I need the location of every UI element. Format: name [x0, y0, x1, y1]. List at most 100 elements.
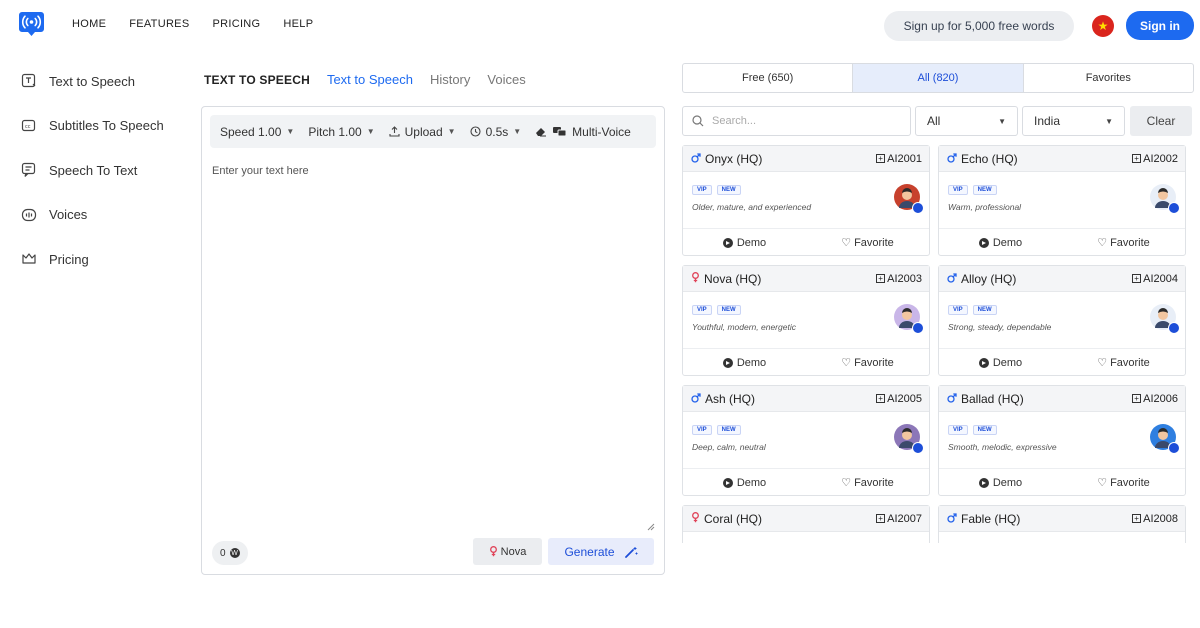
demo-button[interactable]: Demo: [683, 349, 806, 376]
voice-card-actions: Demo ♡ Favorite: [939, 228, 1185, 256]
pitch-dropdown[interactable]: Pitch 1.00 ▼: [308, 125, 374, 139]
voice-select-button[interactable]: Nova: [473, 538, 542, 565]
text-input[interactable]: [206, 157, 658, 535]
logo-icon[interactable]: [18, 10, 45, 37]
voice-id: + AI2001: [876, 153, 922, 165]
favorite-button[interactable]: ♡ Favorite: [1062, 349, 1185, 376]
plus-square-icon: +: [1132, 154, 1142, 163]
vietnam-flag-icon[interactable]: ★: [1092, 15, 1114, 37]
demo-label: Demo: [992, 476, 1023, 489]
type-select[interactable]: All ▼: [915, 106, 1018, 136]
voice-select-label: Nova: [500, 545, 527, 558]
voice-id: + AI2003: [876, 273, 922, 285]
voice-card[interactable]: Onyx (HQ) + AI2001 VIP NEW Older, mature, and…: [682, 145, 930, 256]
pause-label: 0.5s: [485, 124, 509, 139]
eraser-icon: [536, 128, 547, 137]
voice-card[interactable]: Ballad (HQ) + AI2006 VIP NEW Smooth, melodic,…: [938, 385, 1186, 496]
voice-name: Ballad (HQ): [947, 392, 1024, 406]
demo-button[interactable]: Demo: [939, 349, 1062, 376]
voice-badges: VIP NEW: [948, 185, 997, 195]
search-icon: [692, 115, 704, 127]
chevron-down-icon: ▼: [1105, 116, 1113, 126]
voice-name-text: Alloy (HQ): [961, 271, 1017, 286]
voice-id-text: AI2003: [887, 272, 922, 285]
speech-to-text-icon: [20, 162, 37, 179]
favorite-button[interactable]: ♡ Favorite: [1062, 229, 1185, 256]
voice-name-text: Ash (HQ): [705, 391, 756, 406]
voice-id-text: AI2007: [887, 512, 922, 525]
verified-badge-icon: [1168, 322, 1180, 334]
favorite-button[interactable]: ♡ Favorite: [1062, 469, 1185, 496]
region-select-value: India: [1034, 114, 1061, 128]
resize-handle-icon[interactable]: [647, 523, 655, 531]
top-header: HOME FEATURES PRICING HELP Sign up for 5…: [0, 0, 1200, 50]
demo-button[interactable]: Demo: [939, 469, 1062, 496]
sidebar-item-speech-to-text[interactable]: Speech To Text: [20, 159, 190, 181]
demo-button[interactable]: Demo: [683, 469, 806, 496]
voice-card[interactable]: Ash (HQ) + AI2005 VIP NEW Deep, calm, neutral…: [682, 385, 930, 496]
nav-pricing-link[interactable]: PRICING: [212, 18, 260, 30]
voice-badges: VIP NEW: [692, 185, 741, 195]
voice-avatar: [1150, 184, 1180, 214]
voice-name: Nova (HQ): [691, 272, 761, 286]
tab-voices[interactable]: Voices: [487, 72, 525, 87]
plus-square-icon: +: [876, 274, 886, 283]
female-icon: [692, 271, 699, 282]
favorite-button[interactable]: ♡ Favorite: [806, 349, 929, 376]
pause-dropdown[interactable]: 0.5s ▼: [470, 124, 522, 139]
sidebar-item-subtitles-to-speech[interactable]: cc Subtitles To Speech: [20, 115, 190, 137]
voice-card[interactable]: Fable (HQ)+AI2008VIPNEWDemo♡Favorite: [938, 505, 1186, 543]
verified-badge-icon: [1168, 442, 1180, 454]
signin-button[interactable]: Sign in: [1126, 11, 1194, 40]
heart-icon: ♡: [841, 477, 852, 489]
voice-id-text: AI2001: [887, 152, 922, 165]
heart-icon: ♡: [841, 357, 852, 369]
magic-wand-icon: [624, 546, 638, 558]
upload-dropdown[interactable]: Upload ▼: [389, 125, 456, 139]
tab-text-to-speech[interactable]: Text to Speech: [327, 72, 413, 87]
voice-id: + AI2005: [876, 393, 922, 405]
badge-vip: VIP: [948, 305, 968, 315]
nav-features-link[interactable]: FEATURES: [129, 18, 189, 30]
chevron-down-icon: ▼: [513, 127, 522, 136]
chevron-down-icon: ▼: [286, 127, 295, 136]
voice-card[interactable]: Coral (HQ)+AI2007VIPNEWDemo♡Favorite: [682, 505, 930, 543]
multi-voice-button[interactable]: Multi-Voice: [553, 125, 631, 139]
favorite-button[interactable]: ♡ Favorite: [806, 229, 929, 256]
verified-badge-icon: [912, 322, 924, 334]
clear-filters-button[interactable]: Clear: [1130, 106, 1192, 136]
speed-dropdown[interactable]: Speed 1.00 ▼: [220, 125, 294, 139]
sidebar-item-voices[interactable]: Voices: [20, 204, 190, 226]
demo-button[interactable]: Demo: [683, 229, 806, 256]
sidebar-item-pricing[interactable]: Pricing: [20, 248, 190, 270]
sidebar-item-text-to-speech[interactable]: Text to Speech: [20, 70, 190, 92]
generate-button[interactable]: Generate: [548, 538, 654, 565]
region-select[interactable]: India ▼: [1022, 106, 1125, 136]
voice-card[interactable]: Nova (HQ) + AI2003 VIP NEW Youthful, modern, …: [682, 265, 930, 376]
verified-badge-icon: [1168, 202, 1180, 214]
nav-help-link[interactable]: HELP: [283, 18, 313, 30]
svg-text:cc: cc: [25, 124, 31, 130]
favorite-button[interactable]: ♡ Favorite: [806, 469, 929, 496]
voice-search-input[interactable]: [712, 115, 892, 127]
segment-favorites[interactable]: Favorites: [1024, 64, 1193, 92]
voice-search-box: [682, 106, 911, 136]
editor-tabs: TEXT TO SPEECH Text to Speech History Vo…: [204, 72, 543, 87]
voice-card[interactable]: Alloy (HQ) + AI2004 VIP NEW Strong, steady, d…: [938, 265, 1186, 376]
voice-name-text: Fable (HQ): [961, 511, 1021, 526]
voice-card[interactable]: Echo (HQ) + AI2002 VIP NEW Warm, professional…: [938, 145, 1186, 256]
badge-new: NEW: [972, 185, 997, 195]
play-icon: [978, 357, 989, 368]
signup-button[interactable]: Sign up for 5,000 free words: [884, 11, 1074, 41]
nav-home-link[interactable]: HOME: [72, 18, 106, 30]
eraser-button[interactable]: [535, 126, 547, 137]
voice-id: + AI2006: [1132, 393, 1178, 405]
badge-vip: VIP: [948, 425, 968, 435]
segment-free[interactable]: Free (650): [683, 64, 854, 92]
upload-label: Upload: [404, 124, 443, 139]
plus-square-icon: +: [876, 394, 886, 403]
demo-button[interactable]: Demo: [939, 229, 1062, 256]
heart-icon: ♡: [841, 237, 852, 249]
tab-history[interactable]: History: [430, 72, 470, 87]
segment-all[interactable]: All (820): [853, 64, 1024, 92]
